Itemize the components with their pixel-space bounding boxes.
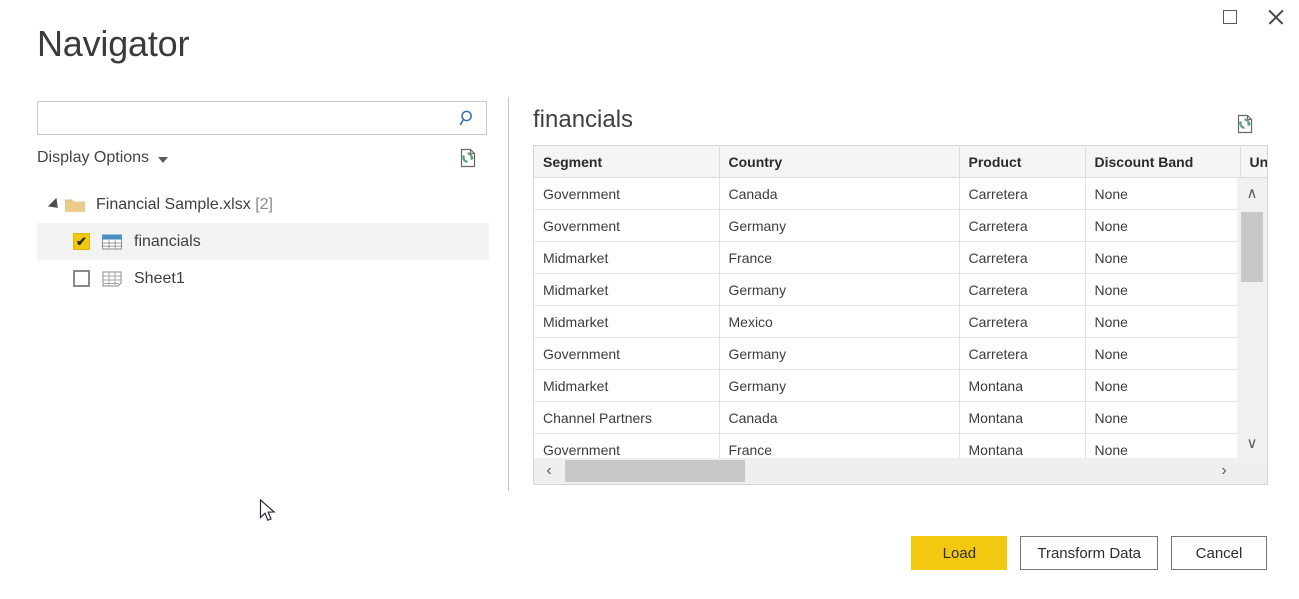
- table-row[interactable]: Government Germany Carretera None: [534, 337, 1267, 370]
- scroll-left-button[interactable]: ‹: [534, 458, 564, 484]
- cell-discount-band: None: [1085, 337, 1241, 370]
- table-row[interactable]: Midmarket France Carretera None: [534, 241, 1267, 274]
- table-header-row: Segment Country Product Discount Band Un…: [534, 146, 1267, 178]
- cell-segment: Government: [534, 209, 720, 242]
- display-options-label: Display Options: [37, 149, 150, 166]
- cell-discount-band: None: [1085, 401, 1241, 434]
- table-row[interactable]: Channel Partners Canada Montana None: [534, 401, 1267, 434]
- load-button[interactable]: Load: [911, 536, 1008, 570]
- mouse-cursor: [259, 498, 279, 525]
- cell-segment: Government: [534, 337, 720, 370]
- pane-divider: [508, 97, 509, 491]
- cell-discount-band: None: [1085, 177, 1241, 210]
- tree-item-financials[interactable]: ✔ financials: [37, 223, 489, 260]
- cell-discount-band: None: [1085, 369, 1241, 402]
- vertical-scrollbar[interactable]: ∧ ∨: [1237, 178, 1267, 458]
- cell-country: Canada: [719, 177, 960, 210]
- cell-discount-band: None: [1085, 273, 1241, 306]
- tree-item-label-sheet1: Sheet1: [134, 269, 185, 287]
- display-options-row: Display Options: [37, 144, 487, 172]
- search-input[interactable]: [38, 102, 452, 134]
- horizontal-scrollbar[interactable]: ‹ ›: [534, 458, 1267, 484]
- search-box[interactable]: [37, 101, 487, 135]
- tree-item-sheet1[interactable]: Sheet1: [37, 260, 489, 297]
- cell-country: France: [719, 241, 960, 274]
- preview-header: financials: [533, 103, 1268, 145]
- transform-data-button[interactable]: Transform Data: [1020, 536, 1158, 570]
- checkmark-icon: ✔: [76, 234, 87, 249]
- column-header-country[interactable]: Country: [719, 146, 960, 178]
- preview-table: Segment Country Product Discount Band Un…: [534, 146, 1267, 466]
- table-icon: [101, 233, 123, 251]
- chevron-down-icon: [158, 156, 169, 163]
- scroll-down-button[interactable]: ∨: [1237, 428, 1267, 458]
- cell-product: Carretera: [959, 177, 1086, 210]
- refresh-document-icon[interactable]: [1232, 111, 1258, 137]
- table-row[interactable]: Midmarket Germany Montana None: [534, 369, 1267, 402]
- cell-segment: Midmarket: [534, 369, 720, 402]
- cell-product: Montana: [959, 369, 1086, 402]
- cell-discount-band: None: [1085, 241, 1241, 274]
- scroll-right-button[interactable]: ›: [1209, 458, 1239, 484]
- scroll-up-button[interactable]: ∧: [1237, 178, 1267, 208]
- sheet-icon: [101, 270, 123, 288]
- refresh-document-icon[interactable]: [455, 145, 481, 171]
- table-row[interactable]: Midmarket Germany Carretera None: [534, 273, 1267, 306]
- window-controls: [1207, 0, 1299, 34]
- column-header-segment[interactable]: Segment: [534, 146, 720, 178]
- cell-segment: Channel Partners: [534, 401, 720, 434]
- vertical-scroll-thumb[interactable]: [1241, 212, 1263, 282]
- cell-discount-band: None: [1085, 209, 1241, 242]
- checkbox-sheet1[interactable]: [73, 270, 90, 287]
- cell-discount-band: None: [1085, 305, 1241, 338]
- close-icon: [1267, 8, 1285, 26]
- search-icon[interactable]: [458, 108, 478, 128]
- column-header-units-sold[interactable]: Units Sold: [1240, 146, 1267, 178]
- cell-product: Montana: [959, 401, 1086, 434]
- folder-icon: [64, 196, 86, 214]
- restore-button[interactable]: [1207, 0, 1253, 34]
- cell-country: Canada: [719, 401, 960, 434]
- expander-expanded-icon[interactable]: [46, 197, 64, 212]
- cell-country: Germany: [719, 369, 960, 402]
- table-row[interactable]: Midmarket Mexico Carretera None: [534, 305, 1267, 338]
- horizontal-scroll-thumb[interactable]: [565, 460, 745, 482]
- cell-product: Carretera: [959, 337, 1086, 370]
- tree-root-label: Financial Sample.xlsx [2]: [96, 195, 273, 213]
- cell-segment: Midmarket: [534, 305, 720, 338]
- cell-product: Carretera: [959, 273, 1086, 306]
- close-button[interactable]: [1253, 0, 1299, 34]
- preview-grid: Segment Country Product Discount Band Un…: [533, 145, 1268, 485]
- left-pane: Display Options Financial Sample.xlsx [2…: [37, 101, 489, 297]
- cell-segment: Midmarket: [534, 273, 720, 306]
- cell-country: Mexico: [719, 305, 960, 338]
- table-body: Government Canada Carretera None Governm…: [534, 177, 1267, 466]
- preview-title: financials: [533, 106, 634, 133]
- table-row[interactable]: Government Canada Carretera None: [534, 177, 1267, 210]
- restore-icon: [1223, 10, 1237, 24]
- column-header-discount-band[interactable]: Discount Band: [1085, 146, 1241, 178]
- cell-country: Germany: [719, 273, 960, 306]
- cell-product: Carretera: [959, 305, 1086, 338]
- checkbox-financials[interactable]: ✔: [73, 233, 90, 250]
- cell-product: Carretera: [959, 241, 1086, 274]
- vertical-scroll-track[interactable]: [1237, 208, 1267, 428]
- cell-country: Germany: [719, 337, 960, 370]
- page-title: Navigator: [37, 23, 190, 64]
- column-header-product[interactable]: Product: [959, 146, 1086, 178]
- tree-item-label-financials: financials: [134, 232, 201, 250]
- cancel-button[interactable]: Cancel: [1171, 536, 1267, 570]
- navigation-tree: Financial Sample.xlsx [2] ✔ financials S…: [37, 186, 489, 297]
- cell-product: Carretera: [959, 209, 1086, 242]
- cell-segment: Midmarket: [534, 241, 720, 274]
- tree-root-node[interactable]: Financial Sample.xlsx [2]: [37, 186, 489, 223]
- dialog-footer: Load Transform Data Cancel: [911, 536, 1267, 570]
- preview-pane: financials Segment Country Product Disco…: [533, 103, 1268, 485]
- cell-country: Germany: [719, 209, 960, 242]
- cell-segment: Government: [534, 177, 720, 210]
- display-options-dropdown[interactable]: Display Options: [37, 144, 169, 172]
- table-row[interactable]: Government Germany Carretera None: [534, 209, 1267, 242]
